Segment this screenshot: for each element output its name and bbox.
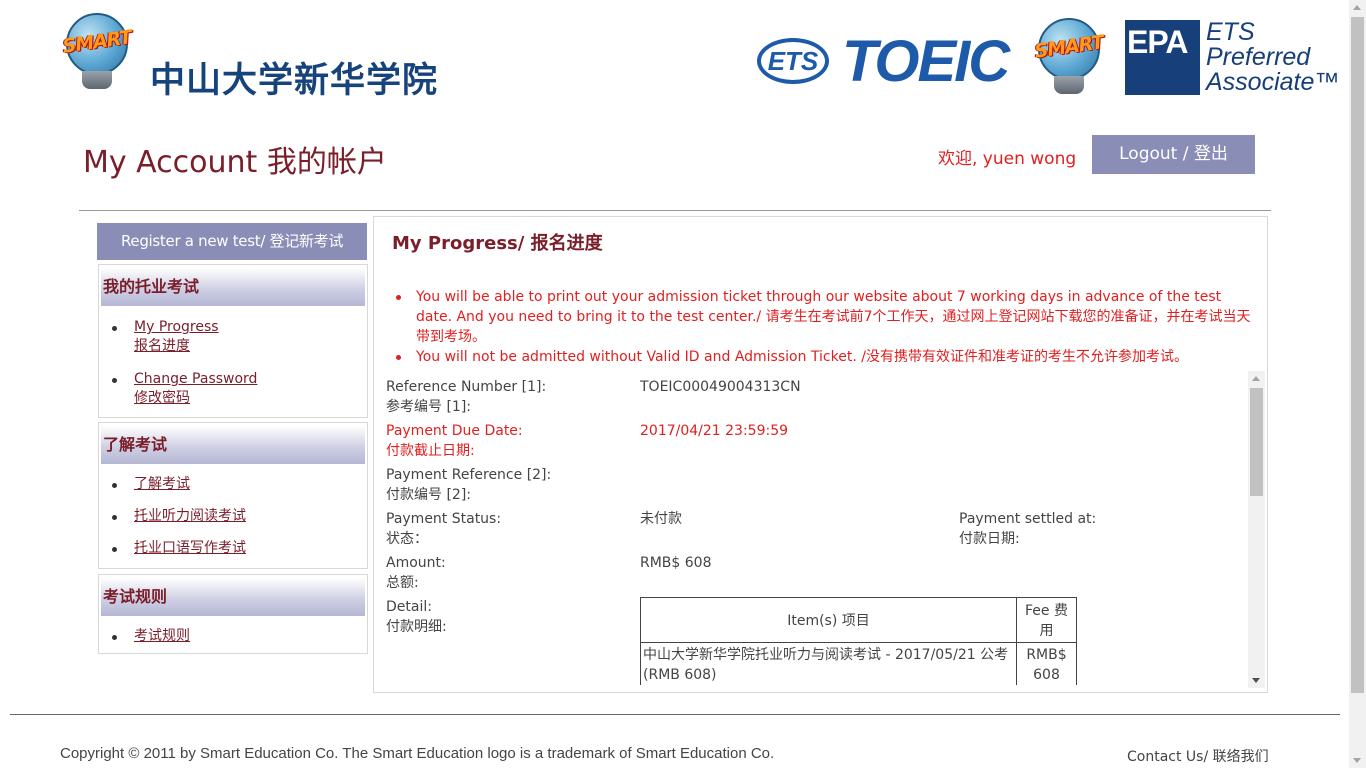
change-password-link[interactable]: Change Password <box>134 370 367 389</box>
register-new-test-button[interactable]: Register a new test/ 登记新考试 <box>97 223 367 260</box>
sidebar-item-about-test[interactable]: 了解考试 <box>99 475 367 494</box>
sidebar-section-title: 了解考试 <box>101 426 365 464</box>
copyright-text: Copyright © 2011 by Smart Education Co. … <box>60 745 775 762</box>
scroll-up-arrow-icon[interactable] <box>1252 376 1260 381</box>
fee-item-cell: 中山大学新华学院托业听力与阅读考试 - 2017/05/21 公考 (RMB 6… <box>640 642 1017 685</box>
notice-item: You will not be admitted without Valid I… <box>396 347 1261 367</box>
smart-logo-right: SMART <box>1032 18 1106 96</box>
payment-status-value: 未付款 <box>640 511 682 527</box>
fee-amount-cell: RMB$ 608 <box>1016 642 1077 685</box>
sidebar-item-listening-reading[interactable]: 托业听力阅读考试 <box>99 507 367 526</box>
my-progress-link[interactable]: My Progress <box>134 318 367 337</box>
progress-title: My Progress/ 报名进度 <box>392 233 603 254</box>
about-test-link[interactable]: 了解考试 <box>134 475 367 494</box>
speaking-writing-link[interactable]: 托业口语写作考试 <box>134 539 367 558</box>
welcome-text: 欢迎, yuen wong <box>938 149 1077 169</box>
my-progress-link-cn[interactable]: 报名进度 <box>134 337 367 356</box>
epa-logo: EPA <box>1125 20 1200 95</box>
sidebar-section-title: 考试规则 <box>101 578 365 616</box>
sidebar-section-about-test: 了解考试 了解考试 托业听力阅读考试 托业口语写作考试 <box>98 422 368 569</box>
sidebar-section-title: 我的托业考试 <box>101 268 365 306</box>
scroll-down-arrow-icon[interactable] <box>1252 678 1260 683</box>
sidebar-item-speaking-writing[interactable]: 托业口语写作考试 <box>99 539 367 558</box>
sidebar-section-rules: 考试规则 考试规则 <box>98 574 368 654</box>
logout-button[interactable]: Logout / 登出 <box>1092 135 1255 174</box>
smart-logo-left: SMART <box>60 13 134 91</box>
fee-table: Item(s) 项目 Fee 费用 中山大学新华学院托业听力与阅读考试 - 20… <box>640 597 1077 685</box>
fee-table-header-item: Item(s) 项目 <box>640 597 1017 643</box>
fee-table-header-fee: Fee 费用 <box>1016 597 1077 643</box>
notice-item: You will be able to print out your admis… <box>396 287 1261 347</box>
details-scrollbar[interactable] <box>1248 371 1265 688</box>
ets-preferred-associate-logo: ETS Preferred Associate™ <box>1206 18 1340 96</box>
scroll-up-arrow-icon[interactable] <box>1353 5 1361 10</box>
footer-divider <box>10 714 1340 715</box>
listening-reading-link[interactable]: 托业听力阅读考试 <box>134 507 367 526</box>
table-row: 中山大学新华学院托业听力与阅读考试 - 2017/05/21 公考 (RMB 6… <box>640 642 1077 685</box>
page-title: My Account 我的帐户 <box>83 145 387 180</box>
details-scrollbar-thumb[interactable] <box>1250 388 1263 496</box>
page-scrollbar[interactable] <box>1349 0 1366 768</box>
test-rules-link[interactable]: 考试规则 <box>134 627 367 646</box>
sidebar-item-test-rules[interactable]: 考试规则 <box>99 627 367 646</box>
ets-logo: ETS <box>757 38 829 84</box>
sidebar-section-my-toeic: 我的托业考试 My Progress 报名进度 Change Password … <box>98 264 368 418</box>
toeic-logo: TOEIC <box>842 29 1010 94</box>
scroll-down-arrow-icon[interactable] <box>1353 758 1361 763</box>
amount-value: RMB$ 608 <box>640 555 712 571</box>
reference-number: TOEIC00049004313CN <box>640 379 801 395</box>
notice-list: You will be able to print out your admis… <box>396 287 1261 367</box>
contact-us-link[interactable]: Contact Us/ 联络我们 <box>1127 746 1269 766</box>
sidebar-item-change-password[interactable]: Change Password 修改密码 <box>99 370 367 408</box>
scrollbar-thumb[interactable] <box>1351 17 1364 693</box>
change-password-link-cn[interactable]: 修改密码 <box>134 389 367 408</box>
school-name: 中山大学新华学院 <box>150 61 439 101</box>
header-divider <box>79 210 1271 211</box>
payment-details: Reference Number [1]: 参考编号 [1]: TOEIC0004… <box>386 373 1248 685</box>
sidebar-item-my-progress[interactable]: My Progress 报名进度 <box>99 318 367 356</box>
due-date-value: 2017/04/21 23:59:59 <box>640 423 789 439</box>
progress-panel: My Progress/ 报名进度 You will be able to pr… <box>373 216 1268 693</box>
